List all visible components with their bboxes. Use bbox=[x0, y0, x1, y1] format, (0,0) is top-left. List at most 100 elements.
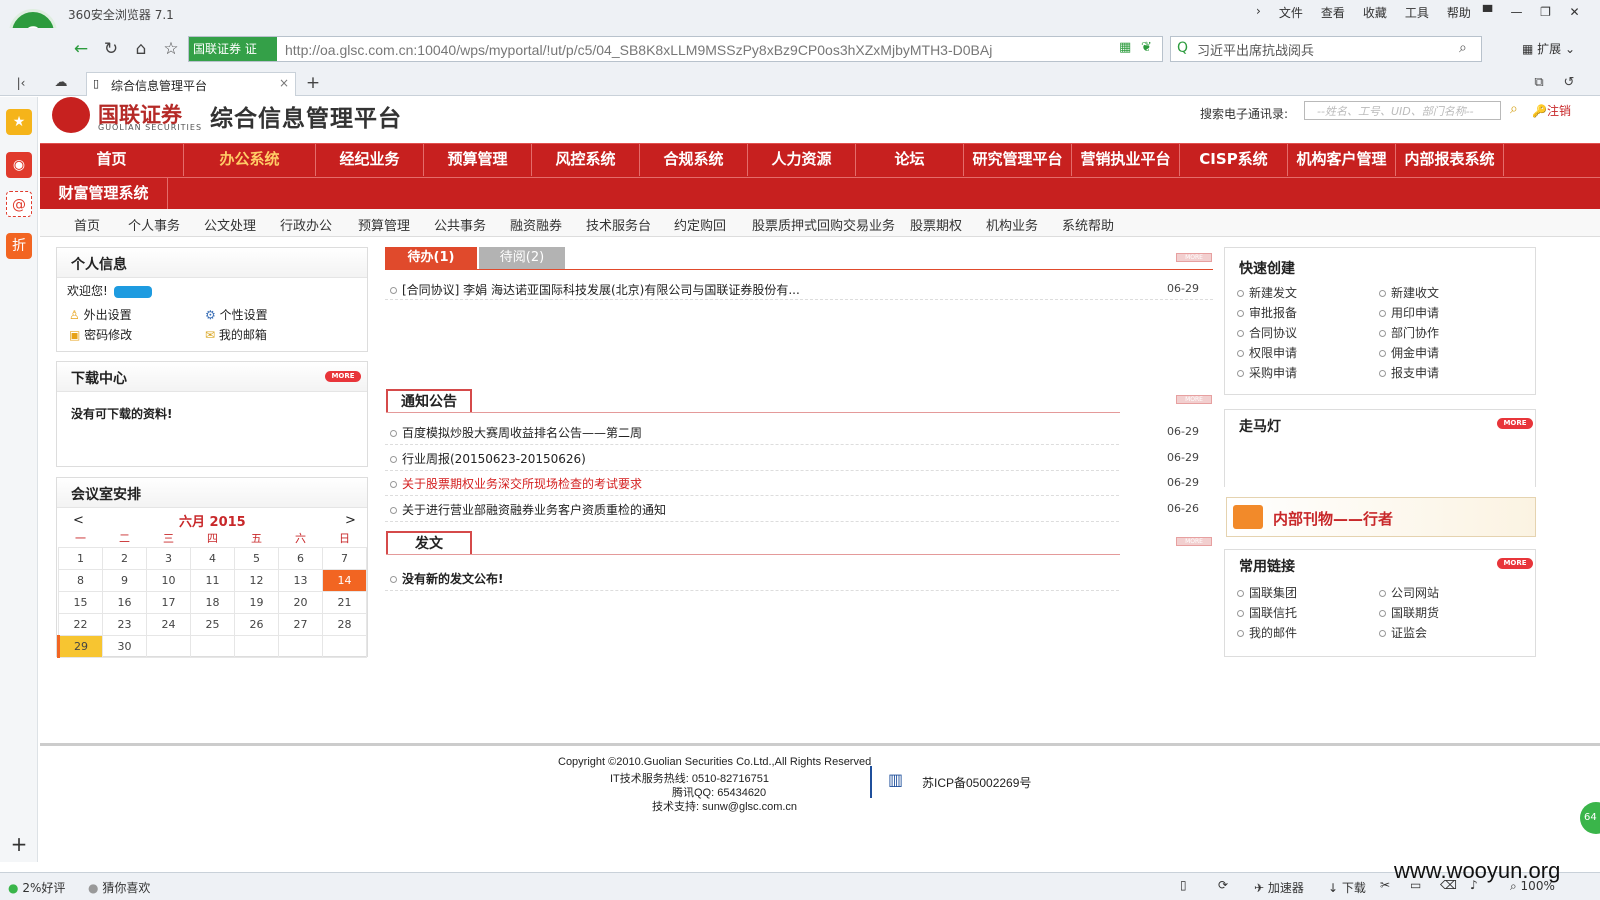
todo-item[interactable]: [合同协议] 李娟 海达诺亚国际科技发展(北京)有限公司与国联证券股份有... bbox=[390, 281, 800, 298]
site-verified-badge[interactable]: 国联证券 证 bbox=[189, 37, 277, 61]
main-nav-item[interactable]: 机构客户管理 bbox=[1288, 144, 1396, 176]
calendar-day[interactable]: 28 bbox=[322, 612, 367, 636]
favorite-star-icon[interactable]: ☆ bbox=[158, 36, 184, 62]
calendar-day[interactable]: 12 bbox=[234, 568, 279, 592]
calendar-day[interactable]: 26 bbox=[234, 612, 279, 636]
download-button[interactable]: ↓ 下载 bbox=[1328, 879, 1366, 896]
menu-file[interactable]: 文件 bbox=[1279, 4, 1303, 21]
main-nav-item[interactable]: 研究管理平台 bbox=[964, 144, 1072, 176]
main-nav-item[interactable]: 经纪业务 bbox=[316, 144, 424, 176]
main-nav-item[interactable]: 内部报表系统 bbox=[1396, 144, 1504, 176]
weibo-icon[interactable]: ◉ bbox=[6, 152, 32, 178]
calendar-day[interactable]: 8 bbox=[58, 568, 103, 592]
calendar-day[interactable]: 18 bbox=[190, 590, 235, 614]
sidebar-toggle-icon[interactable]: |‹ bbox=[8, 70, 34, 96]
main-nav-item[interactable]: CISP系统 bbox=[1180, 144, 1288, 176]
calendar-day[interactable]: 21 bbox=[322, 590, 367, 614]
menu-help[interactable]: 帮助 bbox=[1447, 4, 1471, 21]
calendar-day[interactable]: 2 bbox=[102, 546, 147, 570]
quick-create-link[interactable]: 佣金申请 bbox=[1379, 344, 1439, 361]
menu-view[interactable]: 查看 bbox=[1321, 4, 1345, 21]
directory-search-input[interactable] bbox=[1304, 101, 1501, 120]
accelerator-button[interactable]: ✈ 加速器 bbox=[1254, 879, 1304, 896]
menu-tools[interactable]: 工具 bbox=[1405, 4, 1429, 21]
restore-tab-icon[interactable]: ⧉ bbox=[1526, 70, 1552, 96]
sub-nav-item[interactable]: 系统帮助 bbox=[1062, 215, 1114, 234]
back-icon[interactable]: ← bbox=[68, 36, 94, 62]
security-leaf-icon[interactable]: ❦ bbox=[1141, 40, 1152, 55]
url-text[interactable]: http://oa.glsc.com.cn:10040/wps/myportal… bbox=[285, 42, 1105, 58]
search-input[interactable] bbox=[1197, 40, 1447, 58]
common-link-link[interactable]: 国联期货 bbox=[1379, 604, 1439, 621]
directory-search-icon[interactable]: ⌕ bbox=[1510, 101, 1518, 117]
download-more-button[interactable]: MORE bbox=[325, 371, 361, 382]
logout-link[interactable]: 🔑注销 bbox=[1532, 102, 1571, 119]
add-sidebar-icon[interactable]: + bbox=[6, 831, 32, 857]
calendar-prev-button[interactable]: < bbox=[73, 513, 84, 528]
calendar-day[interactable]: 22 bbox=[58, 612, 103, 636]
calendar-day[interactable]: 5 bbox=[234, 546, 279, 570]
common-link-link[interactable]: 证监会 bbox=[1379, 624, 1427, 641]
undo-close-icon[interactable]: ↺ bbox=[1556, 70, 1582, 96]
calendar-day[interactable]: 23 bbox=[102, 612, 147, 636]
sub-nav-item[interactable]: 技术服务台 bbox=[586, 215, 651, 234]
calendar-day[interactable]: 27 bbox=[278, 612, 323, 636]
calendar-day[interactable]: 19 bbox=[234, 590, 279, 614]
calendar-day[interactable]: 7 bbox=[322, 546, 367, 570]
calendar-day[interactable]: 11 bbox=[190, 568, 235, 592]
calendar-day[interactable]: 24 bbox=[146, 612, 191, 636]
maximize-icon[interactable]: ❐ bbox=[1531, 2, 1560, 22]
close-window-icon[interactable]: ✕ bbox=[1560, 2, 1589, 22]
rating-link[interactable]: ● 2%好评 bbox=[8, 879, 65, 896]
common-link-link[interactable]: 国联信托 bbox=[1237, 604, 1297, 621]
mail-at-icon[interactable]: @ bbox=[6, 191, 32, 217]
mobile-icon[interactable]: ▯ bbox=[1180, 878, 1187, 892]
main-nav-item[interactable]: 风控系统 bbox=[532, 144, 640, 176]
common-link-link[interactable]: 我的邮件 bbox=[1237, 624, 1297, 641]
calendar-day[interactable]: 1 bbox=[58, 546, 103, 570]
calendar-day[interactable]: 3 bbox=[146, 546, 191, 570]
qr-code-icon[interactable]: ▦ bbox=[1119, 40, 1131, 55]
calendar-day[interactable]: 20 bbox=[278, 590, 323, 614]
notice-item[interactable]: 关于股票期权业务深交所现场检查的考试要求 bbox=[390, 475, 642, 492]
main-nav-item[interactable]: 营销执业平台 bbox=[1072, 144, 1180, 176]
sub-nav-item[interactable]: 股票质押式回购交易业务 bbox=[752, 215, 895, 234]
quick-create-link[interactable]: 审批报备 bbox=[1237, 304, 1297, 321]
calendar-day[interactable]: 6 bbox=[278, 546, 323, 570]
journal-banner[interactable]: 内部刊物——行者 bbox=[1226, 497, 1536, 537]
search-engine-icon[interactable]: Q bbox=[1177, 40, 1188, 56]
sub-nav-item[interactable]: 公共事务 bbox=[434, 215, 486, 234]
common-link-link[interactable]: 公司网站 bbox=[1379, 584, 1439, 601]
guess-you-like-link[interactable]: ● 猜你喜欢 bbox=[88, 879, 150, 896]
dispatch-more-button[interactable]: MORE bbox=[1176, 537, 1212, 546]
extensions-button[interactable]: ▦ 扩展 ⌄ bbox=[1522, 40, 1575, 57]
quick-create-link[interactable]: 新建收文 bbox=[1379, 284, 1439, 301]
calendar-day[interactable]: 13 bbox=[278, 568, 323, 592]
marquee-more-button[interactable]: MORE bbox=[1497, 418, 1533, 429]
main-nav-item[interactable]: 办公系统 bbox=[184, 144, 316, 176]
speed-icon[interactable]: ⟳ bbox=[1218, 878, 1228, 892]
quick-create-link[interactable]: 新建发文 bbox=[1237, 284, 1297, 301]
quick-create-link[interactable]: 报支申请 bbox=[1379, 364, 1439, 381]
password-change-link[interactable]: ▣ 密码修改 bbox=[69, 326, 132, 343]
sub-nav-item[interactable]: 股票期权 bbox=[910, 215, 962, 234]
calendar-day[interactable]: 15 bbox=[58, 590, 103, 614]
dispatch-section-tab[interactable]: 发文 bbox=[386, 531, 472, 555]
main-nav-item[interactable]: 人力资源 bbox=[748, 144, 856, 176]
links-more-button[interactable]: MORE bbox=[1497, 558, 1533, 569]
notice-item[interactable]: 百度模拟炒股大赛周收益排名公告——第二周 bbox=[390, 424, 642, 441]
cloud-icon[interactable]: ☁ bbox=[48, 70, 74, 96]
sub-nav-item[interactable]: 机构业务 bbox=[986, 215, 1038, 234]
my-mailbox-link[interactable]: ✉ 我的邮箱 bbox=[205, 326, 267, 343]
calendar-day[interactable]: 30 bbox=[102, 634, 147, 658]
home-icon[interactable]: ⌂ bbox=[128, 36, 154, 62]
tab-oa-platform[interactable]: ▯ 综合信息管理平台 × bbox=[86, 72, 296, 96]
menu-favorites[interactable]: 收藏 bbox=[1363, 4, 1387, 21]
refresh-icon[interactable]: ↻ bbox=[98, 36, 124, 62]
search-box[interactable]: Q ⌕ bbox=[1170, 36, 1482, 62]
address-bar[interactable]: 国联证券 证 http://oa.glsc.com.cn:10040/wps/m… bbox=[188, 36, 1163, 62]
discount-icon[interactable]: 折 bbox=[6, 233, 32, 259]
calendar-day[interactable]: 14 bbox=[322, 568, 367, 592]
main-nav-item[interactable]: 合规系统 bbox=[640, 144, 748, 176]
notice-more-button[interactable]: MORE bbox=[1176, 395, 1212, 404]
